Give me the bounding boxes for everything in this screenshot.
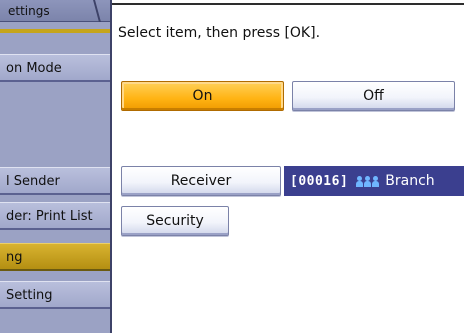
sidebar-item-mode[interactable]: on Mode (0, 54, 110, 82)
destination-code: [00016] (290, 173, 349, 189)
sidebar-item-setting[interactable]: Setting (0, 281, 110, 309)
security-button-label: Security (146, 213, 204, 229)
on-button-label: On (192, 88, 213, 104)
security-button[interactable]: Security (121, 206, 229, 236)
off-button-label: Off (363, 88, 384, 104)
sidebar-item-label: der: Print List (6, 209, 93, 224)
sidebar-accent-line (0, 29, 110, 33)
sidebar-item-label: l Sender (6, 174, 60, 189)
sidebar-item-label: Setting (6, 288, 53, 303)
sidebar-item-label: on Mode (6, 61, 62, 76)
sidebar-item-selected[interactable]: ng (0, 243, 110, 271)
sidebar-item-label: ng (6, 250, 23, 265)
sidebar-tab[interactable]: ettings (0, 0, 110, 22)
group-icon (356, 175, 380, 187)
off-button[interactable]: Off (292, 81, 455, 111)
receiver-destination: [00016] Branch (284, 166, 464, 196)
receiver-button-label: Receiver (170, 173, 232, 189)
header-divider (112, 3, 464, 5)
sidebar-tab-label: ettings (8, 4, 50, 18)
instruction-text: Select item, then press [OK]. (118, 25, 321, 41)
receiver-button[interactable]: Receiver (121, 166, 281, 196)
sidebar-item-sender[interactable]: l Sender (0, 167, 110, 195)
tab-divider (93, 0, 101, 22)
sidebar: ettings on Mode l Sender der: Print List… (0, 0, 112, 333)
destination-name: Branch (385, 173, 435, 189)
on-button[interactable]: On (121, 81, 284, 111)
sidebar-item-print-list[interactable]: der: Print List (0, 202, 110, 230)
